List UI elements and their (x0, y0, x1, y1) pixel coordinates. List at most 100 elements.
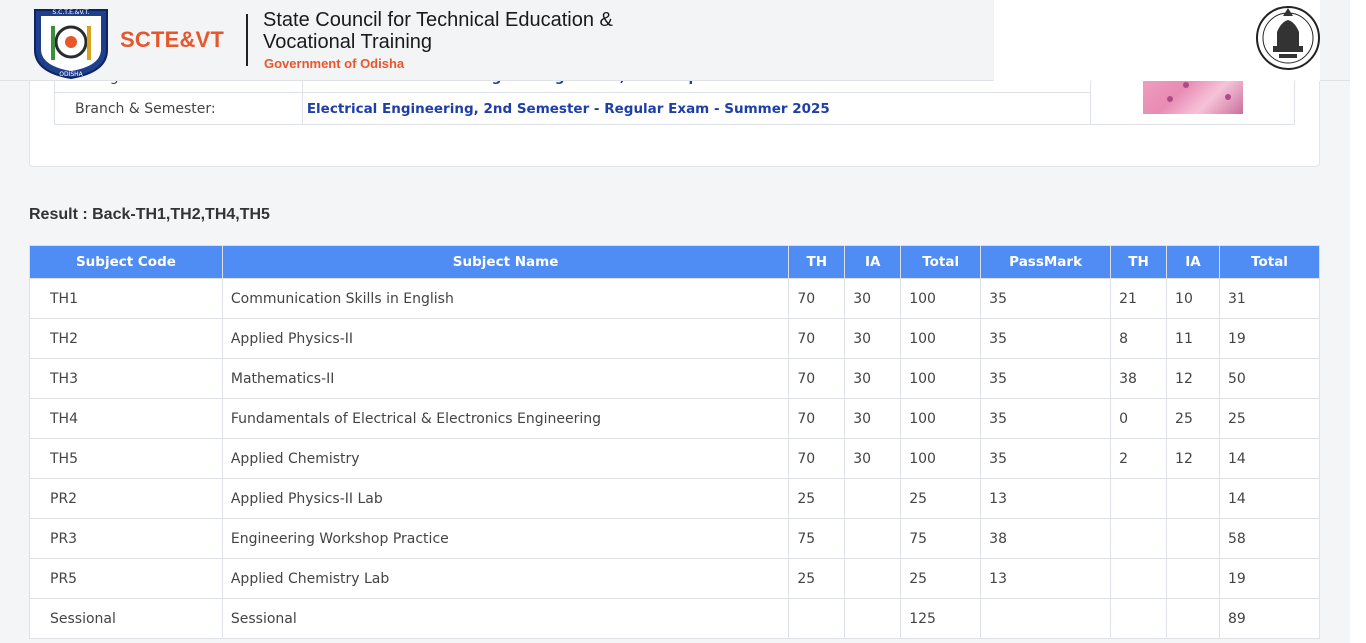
total-max-cell: 100 (900, 318, 982, 359)
th-secured-cell: 0 (1110, 398, 1168, 439)
total-max-cell: 75 (900, 518, 982, 559)
header-th-secured: TH (1110, 245, 1168, 279)
th-max-cell: 70 (788, 318, 846, 359)
branch-label: Branch & Semester: (54, 92, 303, 125)
th-max-cell: 70 (788, 358, 846, 399)
total-secured-cell: 50 (1218, 358, 1321, 399)
total-max-cell: 25 (900, 558, 982, 599)
marks-header-row: Subject Code Subject Name TH IA Total Pa… (29, 245, 1321, 279)
passmark-cell: 13 (980, 558, 1112, 599)
subject-code-cell: TH1 (29, 278, 223, 319)
odisha-emblem-icon (1256, 6, 1320, 70)
total-secured-cell: 25 (1218, 398, 1321, 439)
passmark-cell: 38 (980, 518, 1112, 559)
th-secured-cell: 38 (1110, 358, 1168, 399)
header-divider (246, 14, 248, 66)
ia-secured-cell (1166, 478, 1220, 519)
table-row: PR3 Engineering Workshop Practice 75 75 38 58 (29, 518, 1321, 559)
total-max-cell: 100 (900, 438, 982, 479)
ia-secured-cell: 25 (1166, 398, 1220, 439)
subject-name-cell: Mathematics-II (221, 358, 790, 399)
table-row: TH4 Fundamentals of Electrical & Electron… (29, 398, 1321, 439)
ia-secured-cell: 11 (1166, 318, 1220, 359)
ia-secured-cell (1166, 518, 1220, 559)
subject-name-cell: Fundamentals of Electrical & Electronics… (221, 398, 790, 439)
total-secured-cell: 19 (1218, 558, 1321, 599)
header-passmark: PassMark (980, 245, 1112, 279)
passmark-cell: 35 (980, 278, 1112, 319)
table-row: TH2 Applied Physics-II 70 30 100 35 8 11 19 (29, 318, 1321, 359)
th-max-cell (788, 598, 846, 639)
total-max-cell: 100 (900, 358, 982, 399)
ia-max-cell (844, 518, 902, 559)
total-secured-cell: 14 (1218, 478, 1321, 519)
council-name: State Council for Technical Education & … (263, 9, 613, 53)
ia-max-cell (844, 598, 902, 639)
passmark-cell: 35 (980, 358, 1112, 399)
passmark-cell: 35 (980, 398, 1112, 439)
ia-secured-cell: 12 (1166, 358, 1220, 399)
subject-code-cell: TH4 (29, 398, 223, 439)
ia-secured-cell (1166, 558, 1220, 599)
result-heading: Result : Back-TH1,TH2,TH4,TH5 (29, 206, 270, 223)
site-header: S.C.T.E.&V.T. ODISHA SCTE&VT State Counc… (0, 0, 1350, 81)
ia-max-cell (844, 478, 902, 519)
subject-code-cell: PR3 (29, 518, 223, 559)
marks-table-body: TH1 Communication Skills in English 70 30 10… (29, 278, 1321, 639)
th-secured-cell: 8 (1110, 318, 1168, 359)
th-secured-cell: 21 (1110, 278, 1168, 319)
ia-max-cell: 30 (844, 358, 902, 399)
th-secured-cell: 2 (1110, 438, 1168, 479)
subject-name-cell: Applied Chemistry (221, 438, 790, 479)
svg-text:S.C.T.E.&V.T.: S.C.T.E.&V.T. (52, 9, 89, 16)
th-secured-cell (1110, 478, 1168, 519)
header-th-max: TH (788, 245, 846, 279)
brand-name: SCTE&VT (120, 27, 225, 52)
table-row: Sessional Sessional 125 89 (29, 598, 1321, 639)
total-max-cell: 25 (900, 478, 982, 519)
total-secured-cell: 58 (1218, 518, 1321, 559)
ia-max-cell: 30 (844, 438, 902, 479)
table-row: TH5 Applied Chemistry 70 30 100 35 2 12 14 (29, 438, 1321, 479)
header-total-secured: Total (1218, 245, 1321, 279)
passmark-cell: 35 (980, 438, 1112, 479)
total-max-cell: 100 (900, 278, 982, 319)
th-secured-cell (1110, 558, 1168, 599)
th-max-cell: 70 (788, 398, 846, 439)
subject-name-cell: Applied Physics-II (221, 318, 790, 359)
header-total-max: Total (900, 245, 982, 279)
total-secured-cell: 14 (1218, 438, 1321, 479)
subject-code-cell: TH5 (29, 438, 223, 479)
header-ia-secured: IA (1166, 245, 1220, 279)
svg-text:ODISHA: ODISHA (59, 71, 83, 78)
subject-name-cell: Communication Skills in English (221, 278, 790, 319)
subject-name-cell: Applied Physics-II Lab (221, 478, 790, 519)
header-subject-code: Subject Code (29, 245, 223, 279)
table-row: TH1 Communication Skills in English 70 30 10… (29, 278, 1321, 319)
subject-name-cell: Applied Chemistry Lab (221, 558, 790, 599)
ia-max-cell: 30 (844, 278, 902, 319)
scte-vt-logo-icon: S.C.T.E.&V.T. ODISHA (34, 9, 108, 80)
subject-code-cell: Sessional (29, 598, 223, 639)
total-max-cell: 125 (900, 598, 982, 639)
total-max-cell: 100 (900, 398, 982, 439)
th-secured-cell (1110, 518, 1168, 559)
ia-secured-cell: 12 (1166, 438, 1220, 479)
ia-secured-cell: 10 (1166, 278, 1220, 319)
subject-code-cell: TH2 (29, 318, 223, 359)
subject-code-cell: PR5 (29, 558, 223, 599)
th-max-cell: 75 (788, 518, 846, 559)
passmark-cell: 13 (980, 478, 1112, 519)
ia-max-cell (844, 558, 902, 599)
subject-code-cell: TH3 (29, 358, 223, 399)
total-secured-cell: 31 (1218, 278, 1321, 319)
ia-secured-cell (1166, 598, 1220, 639)
total-secured-cell: 89 (1218, 598, 1321, 639)
table-row: PR2 Applied Physics-II Lab 25 25 13 14 (29, 478, 1321, 519)
subject-name-cell: Sessional (221, 598, 790, 639)
th-secured-cell (1110, 598, 1168, 639)
branch-value: Electrical Engineering, 2nd Semester - R… (301, 92, 1092, 125)
ia-max-cell: 30 (844, 318, 902, 359)
total-secured-cell: 19 (1218, 318, 1321, 359)
subject-code-cell: PR2 (29, 478, 223, 519)
